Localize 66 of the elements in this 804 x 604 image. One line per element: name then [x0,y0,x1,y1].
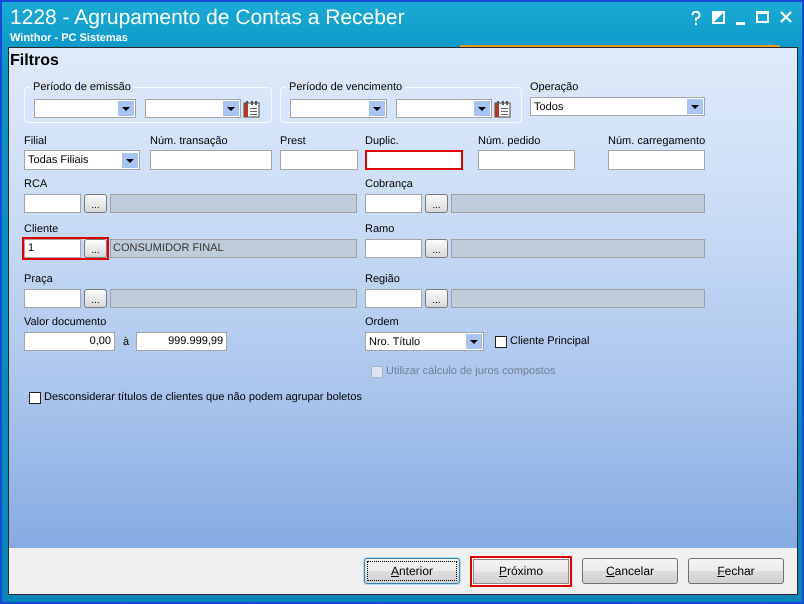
caret-icon[interactable] [474,101,490,116]
group-label: Período de emissão [33,81,131,93]
checkbox-label: Utilizar cálculo de juros compostos [386,365,556,378]
field-label: Ordem [365,316,400,329]
caret-icon[interactable] [466,334,482,349]
field-label: Prest [280,135,307,148]
order-dropdown[interactable]: Nro. Título [365,332,484,351]
input-field[interactable] [150,150,272,170]
lookup-button[interactable]: ... [84,239,107,258]
lookup-button[interactable]: ... [425,194,448,213]
field-label: RCA [24,178,48,191]
field-label: Praça [24,273,54,286]
calendar-icon[interactable] [494,100,511,118]
checkbox[interactable] [495,336,507,348]
dialog-button[interactable]: Anterior [364,558,460,584]
input-field[interactable]: 0,00 [24,332,115,351]
help-icon[interactable] [691,11,701,25]
lookup-button[interactable]: ... [84,194,107,213]
window-subtitle: Winthor - PC Sistemas [10,32,129,45]
caret-icon[interactable] [223,101,239,116]
input-field[interactable] [24,289,81,308]
checkbox-label: Desconsiderar títulos de clientes que não podem agrupar boletos [44,391,362,404]
field-label: Região [365,273,401,286]
group-label: Período de vencimento [289,81,402,93]
input-field[interactable] [24,194,81,213]
field-label: Núm. pedido [478,135,542,148]
input-field[interactable] [608,150,705,170]
field-label: Filial [24,135,48,148]
close-icon[interactable] [780,11,792,23]
operation-dropdown[interactable]: Todos [530,97,705,116]
caret-icon[interactable] [369,101,385,116]
dialog-button[interactable]: Fechar [688,558,784,584]
maximize-icon[interactable] [756,11,769,23]
field-label: Cliente [24,223,60,236]
dropdown[interactable]: Todas Filiais [24,150,140,170]
field-label: Núm. transação [150,135,229,148]
lookup-button[interactable]: ... [425,239,448,258]
dialog-button[interactable]: Próximo [470,556,572,586]
input-field[interactable]: 999.999,99 [136,332,228,351]
field-label: Duplic. [365,135,400,148]
window-title: 1228 - Agrupamento de Contas a Receber [10,6,405,30]
caret-icon[interactable] [118,101,134,116]
input-field[interactable] [280,150,358,170]
field-label: Operação [530,81,580,94]
description-field: CONSUMIDOR FINAL [110,239,357,258]
input-field[interactable] [365,150,463,170]
field-label: Valor documento [24,316,108,329]
dialog-button[interactable]: Cancelar [582,558,678,584]
half-filled-square-icon[interactable] [712,11,725,24]
calendar-icon[interactable] [243,100,260,118]
lookup-button[interactable]: ... [425,289,448,308]
range-separator: à [123,336,130,348]
lookup-button[interactable]: ... [84,289,107,308]
field-label: Cobrança [365,178,414,191]
caret-icon[interactable] [687,99,703,114]
field-label: Ramo [365,223,396,236]
input-field[interactable] [365,239,422,258]
input-field[interactable] [365,289,422,308]
input-field[interactable]: 1 [24,239,81,258]
input-field[interactable] [365,194,422,213]
caret-icon[interactable] [122,152,138,168]
field-label: Núm. carregamento [608,135,705,148]
checkbox[interactable] [29,392,41,404]
input-field[interactable] [478,150,575,170]
checkbox-label: Cliente Principal [510,335,590,348]
section-title: Filtros [10,52,60,70]
